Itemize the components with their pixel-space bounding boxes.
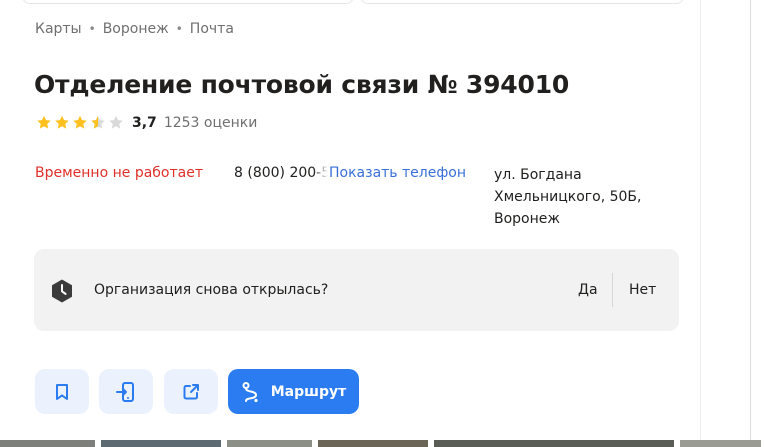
share-icon: [183, 383, 199, 399]
top-tab-left[interactable]: [22, 0, 354, 4]
star-full-icon: [55, 115, 69, 129]
share-button[interactable]: [164, 369, 218, 414]
address-line: Воронеж: [494, 211, 561, 227]
status-text: Временно не работает: [35, 165, 203, 181]
reopen-question-card: Организация снова открылась? Да Нет: [34, 249, 679, 331]
address-line: ул. Богдана: [494, 167, 582, 183]
page-title: Отделение почтовой связи № 394010: [34, 70, 570, 99]
rating-count[interactable]: 1253 оценки: [164, 115, 258, 131]
rating-row[interactable]: 3,7 1253 оценки: [35, 114, 257, 131]
breadcrumb-item-category[interactable]: Почта: [190, 21, 234, 37]
answer-no-button[interactable]: Нет: [623, 275, 662, 305]
clock-hexagon-icon: [52, 279, 72, 303]
rating-stars: [35, 114, 125, 131]
route-icon: [242, 381, 258, 402]
org-card-frame: Карты • Воронеж • Почта Отделение почтов…: [0, 0, 767, 447]
answer-yes-button[interactable]: Да: [572, 275, 604, 305]
breadcrumb-item-city[interactable]: Воронеж: [103, 21, 169, 37]
photo-thumbnail[interactable]: [227, 440, 312, 447]
address[interactable]: ул. Богдана Хмельницкого, 50Б, Воронеж: [494, 164, 664, 230]
breadcrumb-item-maps[interactable]: Карты: [35, 21, 82, 37]
photo-thumbnail[interactable]: [318, 440, 428, 447]
rating-value: 3,7: [132, 114, 157, 131]
top-tab-right[interactable]: [360, 0, 684, 4]
phone-block: 8 (800) 200-5 Показать телефон: [234, 165, 466, 181]
star-half-icon: [91, 115, 105, 129]
breadcrumb-separator: •: [175, 22, 183, 36]
photo-strip[interactable]: [0, 440, 767, 447]
star-full-icon: [37, 115, 51, 129]
route-button[interactable]: Маршрут: [228, 369, 359, 414]
bookmark-button[interactable]: [35, 369, 89, 414]
side-panel: [700, 0, 752, 447]
scrollbar-track[interactable]: [750, 0, 767, 447]
breadcrumb: Карты • Воронеж • Почта: [35, 21, 234, 37]
photo-thumbnail[interactable]: [0, 440, 95, 447]
star-empty-icon: [109, 115, 123, 129]
divider: [612, 273, 613, 307]
star-full-icon: [73, 115, 87, 129]
question-text: Организация снова открылась?: [94, 282, 329, 298]
bookmark-icon: [56, 383, 68, 400]
address-line: Хмельницкого, 50Б,: [494, 189, 642, 205]
photo-thumbnail[interactable]: [434, 440, 674, 447]
phone-number-partial: 8 (800) 200-5: [234, 165, 328, 181]
breadcrumb-separator: •: [88, 22, 96, 36]
photo-thumbnail[interactable]: [101, 440, 221, 447]
photo-thumbnail[interactable]: [680, 440, 761, 447]
show-phone-link[interactable]: Показать телефон: [329, 165, 466, 181]
route-button-label: Маршрут: [270, 383, 347, 400]
send-to-phone-icon: [116, 381, 134, 402]
send-to-phone-button[interactable]: [99, 369, 153, 414]
